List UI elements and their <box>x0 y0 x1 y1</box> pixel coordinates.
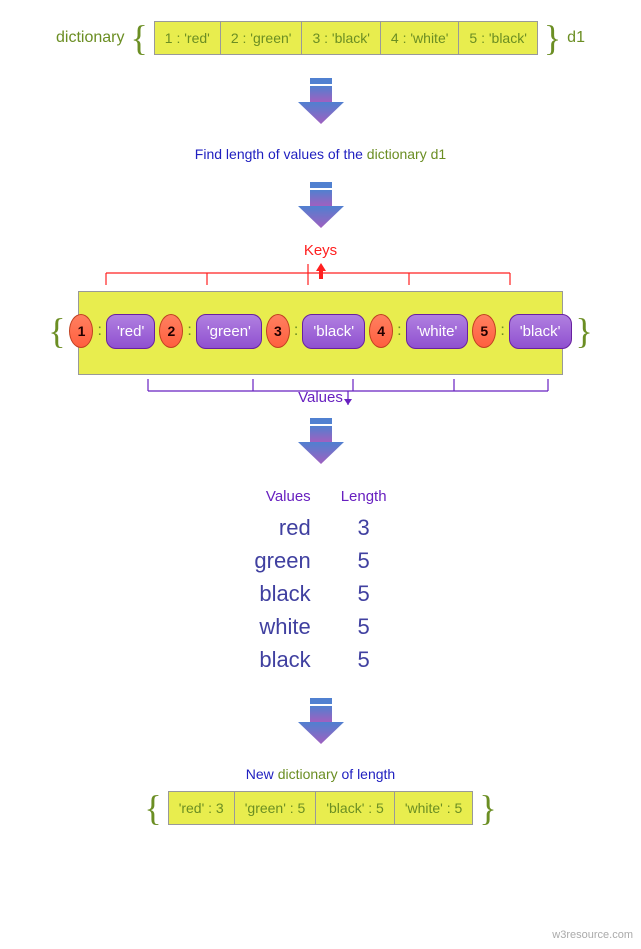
watermark: w3resource.com <box>552 929 633 941</box>
brace-close-icon: } <box>544 20 561 56</box>
values-length-table: Values red green black white black Lengt… <box>254 488 386 676</box>
arrow-down-icon <box>296 698 346 746</box>
result-dictionary-row: { 'red' : 3 'green' : 5 'black' : 5 'whi… <box>144 790 496 826</box>
value-box: 'green' <box>196 314 262 349</box>
arrow-down-icon <box>296 78 346 126</box>
value-cell: black <box>259 643 310 676</box>
value-cell: black <box>259 577 310 610</box>
result-cell: 'black' : 5 <box>316 792 394 824</box>
value-box: 'white' <box>406 314 469 349</box>
instruction-text: Find length of values of the dictionary … <box>195 146 446 162</box>
keys-connector-lines <box>48 261 568 291</box>
new-dict-suffix: of length <box>338 766 396 782</box>
d1-label: d1 <box>567 29 585 47</box>
arrow-down-icon <box>296 182 346 230</box>
value-cell: white <box>259 610 310 643</box>
length-cell: 5 <box>358 577 370 610</box>
dict1-cell: 1 : 'red' <box>155 22 221 54</box>
brace-close-icon: } <box>576 313 593 349</box>
key-oval: 5 <box>472 314 496 348</box>
result-cells: 'red' : 3 'green' : 5 'black' : 5 'white… <box>168 791 474 825</box>
keys-label: Keys <box>304 242 337 259</box>
result-cell: 'green' : 5 <box>235 792 317 824</box>
key-oval: 1 <box>69 314 93 348</box>
instruction-dict: dictionary <box>367 146 431 162</box>
value-cell: green <box>254 544 310 577</box>
key-oval: 2 <box>159 314 183 348</box>
dict1-cells: 5 : 'black' <box>459 22 536 54</box>
values-header: Values <box>266 488 311 505</box>
dict1-cell: 4 : 'white' <box>381 22 459 54</box>
brace-open-icon: { <box>131 20 148 56</box>
length-cell: 3 <box>358 511 370 544</box>
arrow-down-icon <box>296 418 346 466</box>
dict1-cell: 2 : 'green' <box>221 22 303 54</box>
key-value-diagram: { 1: 'red' 2: 'green' 3: 'black' 4: 'whi… <box>48 287 593 379</box>
brace-open-icon: { <box>144 790 161 826</box>
dictionary-label: dictionary <box>56 29 124 47</box>
result-cell: 'red' : 3 <box>169 792 235 824</box>
new-dict-label: New dictionary of length <box>246 766 395 782</box>
instruction-prefix: Find length of values of the <box>195 146 367 162</box>
result-cell: 'white' : 5 <box>395 792 472 824</box>
brace-open-icon: { <box>48 313 65 349</box>
new-dict-mid: dictionary <box>278 766 338 782</box>
key-oval: 4 <box>369 314 393 348</box>
key-oval: 3 <box>266 314 290 348</box>
dict1-cell: 3 : 'black' <box>302 22 380 54</box>
length-header: Length <box>341 488 387 505</box>
value-cell: red <box>279 511 311 544</box>
length-cell: 5 <box>358 544 370 577</box>
input-dictionary-row: dictionary { 1 : 'red' 2 : 'green' 3 : '… <box>56 20 585 56</box>
value-box: 'black' <box>302 314 365 349</box>
dict1-cells: 1 : 'red' 2 : 'green' 3 : 'black' 4 : 'w… <box>154 21 538 55</box>
length-cell: 5 <box>358 643 370 676</box>
length-cell: 5 <box>358 610 370 643</box>
new-dict-prefix: New <box>246 766 278 782</box>
value-box: 'red' <box>106 314 155 349</box>
instruction-d1: d1 <box>431 146 447 162</box>
brace-close-icon: } <box>479 790 496 826</box>
value-box: 'black' <box>509 314 572 349</box>
values-connector-lines <box>48 375 568 409</box>
